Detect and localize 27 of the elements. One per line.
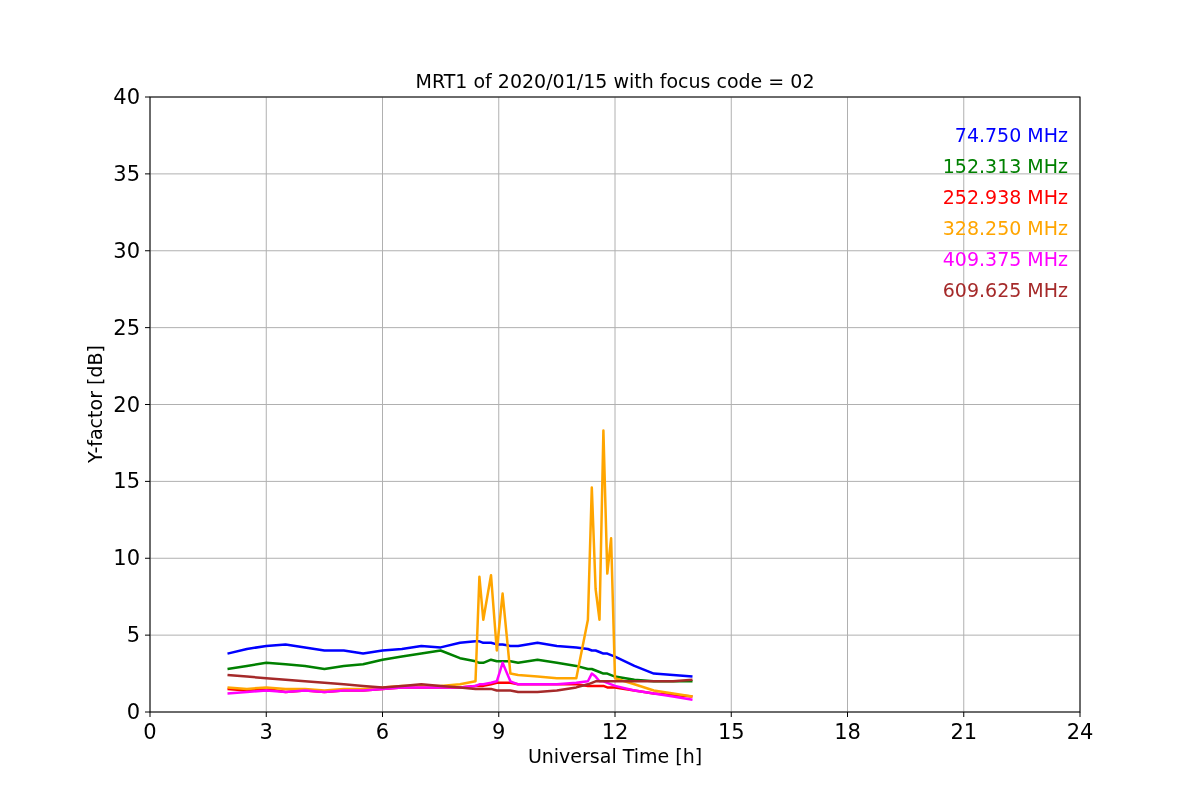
series-label: 328.250 MHz: [942, 217, 1068, 239]
x-tick-label: 3: [259, 720, 273, 744]
x-tick-label: 9: [492, 720, 506, 744]
x-tick-label: 18: [834, 720, 861, 744]
series-label: 252.938 MHz: [942, 186, 1068, 208]
y-tick-label: 15: [113, 469, 140, 494]
x-tick-label: 0: [143, 720, 157, 744]
series-label: 409.375 MHz: [942, 248, 1068, 270]
y-tick-label: 0: [126, 700, 140, 724]
x-tick-label: 12: [601, 720, 629, 744]
x-tick-label: 24: [1066, 720, 1094, 744]
y-tick-label: 35: [113, 161, 140, 186]
x-tick-label: 6: [375, 720, 390, 744]
x-axis-label: Universal Time [h]: [527, 745, 703, 767]
y-tick-label: 10: [113, 546, 140, 571]
x-tick-label: 21: [950, 720, 978, 744]
y-tick-label: 40: [113, 85, 140, 109]
series-label: 74.750 MHz: [954, 124, 1068, 146]
series-label: 152.313 MHz: [942, 155, 1068, 177]
series-label: 609.625 MHz: [942, 279, 1068, 301]
y-tick-label: 30: [113, 238, 140, 263]
y-tick-label: 20: [113, 392, 140, 417]
y-axis-label: Y-factor [dB]: [84, 345, 106, 463]
y-tick-label: 5: [126, 623, 140, 648]
chart-title: MRT1 of 2020/01/15 with focus code = 02: [415, 70, 815, 92]
x-tick-label: 15: [717, 720, 745, 744]
y-tick-label: 25: [113, 315, 140, 340]
